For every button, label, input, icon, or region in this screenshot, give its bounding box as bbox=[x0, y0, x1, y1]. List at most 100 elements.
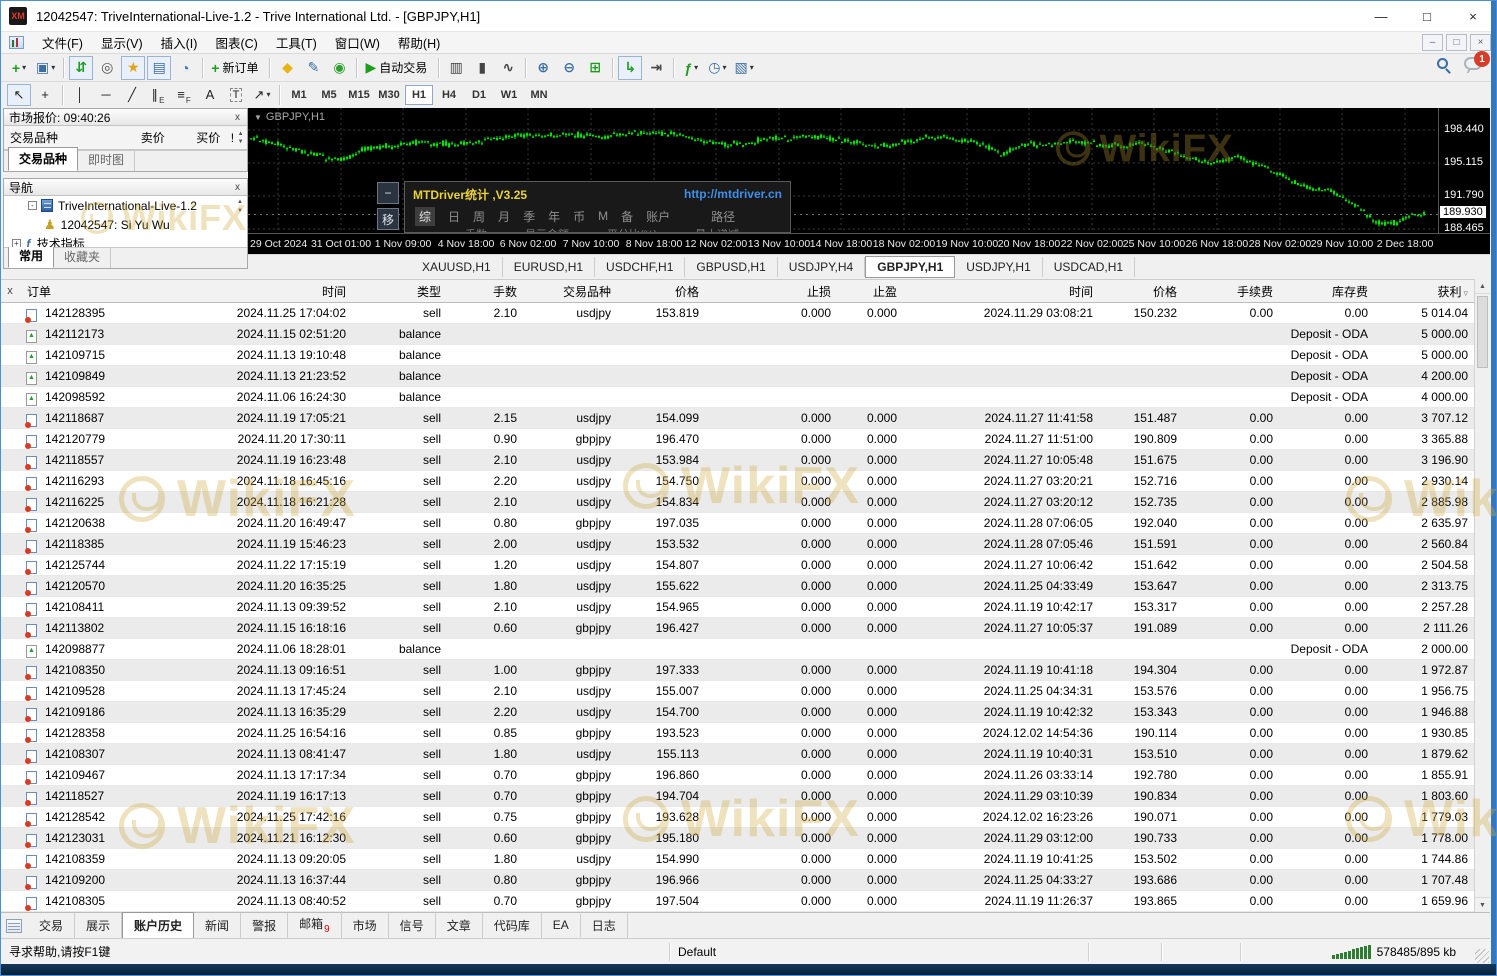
toolbar-community-button[interactable]: ◉ bbox=[327, 56, 351, 80]
terminal-tab-市场[interactable]: 市场 bbox=[342, 913, 389, 939]
timeframe-h1-button[interactable]: H1 bbox=[405, 85, 433, 105]
terminal-tab-代码库[interactable]: 代码库 bbox=[483, 913, 542, 939]
history-row[interactable]: 1421094672024.11.13 17:17:34sell0.70gbpj… bbox=[1, 765, 1474, 786]
mtdriver-menu-周[interactable]: 周 bbox=[473, 208, 485, 225]
mtdriver-link[interactable]: http://mtdriver.cn bbox=[684, 187, 782, 201]
timeframe-m5-button[interactable]: M5 bbox=[315, 85, 343, 105]
mtdriver-menu-季[interactable]: 季 bbox=[523, 208, 535, 225]
market-watch-tab-交易品种[interactable]: 交易品种 bbox=[8, 147, 78, 171]
toolbar-bar-chart-button[interactable]: ▥ bbox=[444, 56, 468, 80]
timeframe-d1-button[interactable]: D1 bbox=[465, 85, 493, 105]
mtdriver-menu-M[interactable]: M bbox=[598, 209, 608, 223]
history-row[interactable]: 1421121732024.11.15 02:51:20balanceDepos… bbox=[1, 324, 1474, 345]
menu-window[interactable]: 窗口(W) bbox=[326, 31, 389, 54]
mdi-close-button[interactable]: × bbox=[1470, 34, 1491, 51]
toolbar-new-chart-button[interactable]: +▾ bbox=[7, 56, 31, 80]
tool-horizontal-line-button[interactable]: ─ bbox=[94, 84, 118, 106]
column-header-lots[interactable]: 手数 bbox=[447, 283, 523, 300]
history-row[interactable]: 1421185572024.11.19 16:23:48sell2.10usdj… bbox=[1, 450, 1474, 471]
navigator-node-1[interactable]: ♟12042547: Si Yu Wu bbox=[4, 215, 247, 234]
column-header-profit[interactable]: 获利▿ bbox=[1374, 283, 1474, 300]
history-row[interactable]: 1421162252024.11.18 16:21:28sell2.10usdj… bbox=[1, 492, 1474, 513]
time-axis[interactable]: 29 Oct 202431 Oct 01:001 Nov 09:004 Nov … bbox=[248, 233, 1490, 254]
tool-text-button[interactable]: A bbox=[198, 84, 222, 106]
price-axis[interactable]: 198.440195.115191.790188.465189.930 bbox=[1438, 108, 1490, 233]
market-watch-tab-即时图[interactable]: 即时图 bbox=[78, 149, 135, 171]
history-row[interactable]: 1421083052024.11.13 08:40:52sell0.70gbpj… bbox=[1, 891, 1474, 912]
history-row[interactable]: 1421083502024.11.13 09:16:51sell1.00gbpj… bbox=[1, 660, 1474, 681]
minimize-button[interactable]: — bbox=[1358, 1, 1404, 31]
history-row[interactable]: 1421283582024.11.25 16:54:16sell0.85gbpj… bbox=[1, 723, 1474, 744]
chart-tab-GBPUSD-H1[interactable]: GBPUSD,H1 bbox=[685, 257, 777, 277]
chart-tab-USDJPY-H1[interactable]: USDJPY,H1 bbox=[955, 257, 1042, 277]
history-row[interactable]: 1421205702024.11.20 16:35:25sell1.80usdj… bbox=[1, 576, 1474, 597]
history-row[interactable]: 1421257442024.11.22 17:15:19sell1.20usdj… bbox=[1, 555, 1474, 576]
toolbar-mql-editor-button[interactable]: ✎ bbox=[301, 56, 325, 80]
history-row[interactable]: 1421162932024.11.18 16:45:16sell2.20usdj… bbox=[1, 471, 1474, 492]
history-row[interactable]: 1421206382024.11.20 16:49:47sell0.80gbpj… bbox=[1, 513, 1474, 534]
mtdriver-menu-备[interactable]: 备 bbox=[621, 208, 633, 225]
chart-tab-EURUSD-H1[interactable]: EURUSD,H1 bbox=[503, 257, 595, 277]
mtdriver-minimize-button[interactable]: − bbox=[377, 182, 399, 204]
toolbar-strategy-tester-button[interactable]: ◔ bbox=[173, 56, 197, 80]
toolbar-zoom-in-button[interactable]: ⊕ bbox=[531, 56, 555, 80]
history-row[interactable]: 1421098492024.11.13 21:23:52balanceDepos… bbox=[1, 366, 1474, 387]
history-row[interactable]: 1421092002024.11.13 16:37:44sell0.80gbpj… bbox=[1, 870, 1474, 891]
terminal-tab-信号[interactable]: 信号 bbox=[389, 913, 436, 939]
history-row[interactable]: 1421097152024.11.13 19:10:48balanceDepos… bbox=[1, 345, 1474, 366]
timeframe-m15-button[interactable]: M15 bbox=[345, 85, 373, 105]
market-watch-column-0[interactable]: 交易品种 bbox=[4, 129, 103, 146]
close-button[interactable]: × bbox=[1450, 1, 1496, 31]
history-row[interactable]: 1421185272024.11.19 16:17:13sell0.70gbpj… bbox=[1, 786, 1474, 807]
history-row[interactable]: 1420985922024.11.06 16:24:30balanceDepos… bbox=[1, 387, 1474, 408]
column-header-order[interactable]: 订单 bbox=[19, 283, 147, 300]
toolbar-terminal-button[interactable]: ▤ bbox=[147, 56, 171, 80]
terminal-tab-文章[interactable]: 文章 bbox=[436, 913, 483, 939]
scroll-up-icon[interactable]: ▲ bbox=[1475, 279, 1490, 294]
mtdriver-menu-日[interactable]: 日 bbox=[448, 208, 460, 225]
tool-equidistant-channel-button[interactable]: ∥E bbox=[146, 84, 170, 106]
history-row[interactable]: 1421083072024.11.13 08:41:47sell1.80usdj… bbox=[1, 744, 1474, 765]
expand-box-icon[interactable]: + bbox=[12, 239, 21, 247]
timeframe-m30-button[interactable]: M30 bbox=[375, 85, 403, 105]
toolbar-line-chart-button[interactable]: ∿ bbox=[496, 56, 520, 80]
toolbar-profiles-button[interactable]: ▣▾ bbox=[33, 56, 58, 80]
terminal-tab-EA[interactable]: EA bbox=[542, 914, 581, 937]
history-row[interactable]: 1421207792024.11.20 17:30:11sell0.90gbpj… bbox=[1, 429, 1474, 450]
column-header-p2[interactable]: 价格 bbox=[1099, 283, 1183, 300]
menu-help[interactable]: 帮助(H) bbox=[389, 31, 449, 54]
chart-tab-USDCAD-H1[interactable]: USDCAD,H1 bbox=[1043, 257, 1135, 277]
terminal-tab-警报[interactable]: 警报 bbox=[241, 913, 288, 939]
mtdriver-menu-账户[interactable]: 账户 bbox=[646, 208, 670, 225]
search-icon[interactable] bbox=[1437, 58, 1448, 69]
menu-view[interactable]: 显示(V) bbox=[92, 31, 152, 54]
toolbar-tile-windows-button[interactable]: ⊞ bbox=[583, 56, 607, 80]
tool-text-label-button[interactable]: T bbox=[224, 84, 248, 106]
column-header-tp[interactable]: 止盈 bbox=[837, 283, 903, 300]
mtdriver-menu-年[interactable]: 年 bbox=[548, 208, 560, 225]
toolbar-data-window-button[interactable]: ◎ bbox=[95, 56, 119, 80]
history-row[interactable]: 1421083592024.11.13 09:20:05sell1.80usdj… bbox=[1, 849, 1474, 870]
terminal-close-icon[interactable]: x bbox=[1, 285, 19, 297]
history-row[interactable]: 1421230312024.11.21 16:12:30sell0.60gbpj… bbox=[1, 828, 1474, 849]
tool-cursor-button[interactable]: ↖ bbox=[7, 84, 31, 106]
history-row[interactable]: 1421091862024.11.13 16:35:29sell2.20usdj… bbox=[1, 702, 1474, 723]
toolbar-metaeditor-button[interactable]: ◆ bbox=[275, 56, 299, 80]
chart-tab-USDCHF-H1[interactable]: USDCHF,H1 bbox=[595, 257, 685, 277]
column-header-swap[interactable]: 库存费 bbox=[1279, 283, 1374, 300]
tool-fibonacci-button[interactable]: ≡F bbox=[172, 84, 196, 106]
chat-icon[interactable]: 1 bbox=[1464, 57, 1482, 70]
chart-tab-USDJPY-H4[interactable]: USDJPY,H4 bbox=[778, 257, 865, 277]
menu-insert[interactable]: 插入(I) bbox=[152, 31, 207, 54]
toolbar-candle-chart-button[interactable]: ▮ bbox=[470, 56, 494, 80]
market-watch-close-icon[interactable]: x bbox=[233, 112, 242, 123]
timeframe-m1-button[interactable]: M1 bbox=[285, 85, 313, 105]
mtdriver-menu-月[interactable]: 月 bbox=[498, 208, 510, 225]
mdi-minimize-button[interactable]: – bbox=[1422, 34, 1443, 51]
history-row[interactable]: 1420988772024.11.06 18:28:01balanceDepos… bbox=[1, 639, 1474, 660]
tool-crosshair-button[interactable]: + bbox=[33, 84, 57, 106]
history-row[interactable]: 1421285422024.11.25 17:42:16sell0.75gbpj… bbox=[1, 807, 1474, 828]
column-header-p1[interactable]: 价格 bbox=[617, 283, 705, 300]
market-watch-column-1[interactable]: 卖价 bbox=[103, 129, 164, 146]
tool-arrows-button[interactable]: ↗▾ bbox=[250, 84, 274, 106]
